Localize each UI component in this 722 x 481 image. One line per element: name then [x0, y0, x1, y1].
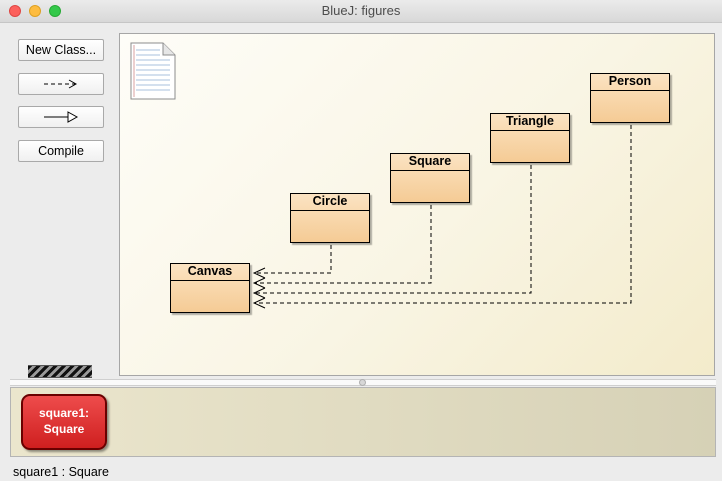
object-instance-type: Square [43, 422, 85, 436]
hollow-arrow-icon [44, 111, 79, 123]
compile-button[interactable]: Compile [18, 140, 104, 162]
window-title: BlueJ: figures [321, 3, 401, 18]
class-name: Canvas [171, 264, 249, 281]
new-class-button[interactable]: New Class... [18, 39, 104, 61]
status-text: square1 : Square [13, 465, 109, 479]
class-canvas[interactable]: Canvas [170, 263, 250, 313]
class-person[interactable]: Person [590, 73, 670, 123]
title-bar: BlueJ: figures [0, 0, 722, 23]
machine-activity-indicator [28, 365, 92, 378]
class-triangle[interactable]: Triangle [490, 113, 570, 163]
class-square[interactable]: Square [390, 153, 470, 203]
class-name: Person [591, 74, 669, 91]
object-bench: square1: Square [10, 387, 716, 457]
new-uses-arrow-button[interactable] [18, 73, 104, 95]
class-name: Square [391, 154, 469, 171]
class-circle[interactable]: Circle [290, 193, 370, 243]
pane-splitter[interactable] [10, 379, 716, 386]
class-name: Circle [291, 194, 369, 211]
object-instance-name: square1: [38, 406, 90, 420]
class-name: Triangle [491, 114, 569, 131]
new-inheritance-arrow-button[interactable] [18, 106, 104, 128]
dashed-arrow-icon [44, 79, 78, 89]
splitter-handle[interactable] [359, 379, 366, 386]
dependency-arrow-circle [254, 245, 332, 274]
document-icon[interactable] [130, 42, 176, 100]
object-instance[interactable]: square1: Square [21, 394, 107, 450]
class-diagram[interactable]: Canvas Circle Square Triangle Person [119, 33, 715, 376]
